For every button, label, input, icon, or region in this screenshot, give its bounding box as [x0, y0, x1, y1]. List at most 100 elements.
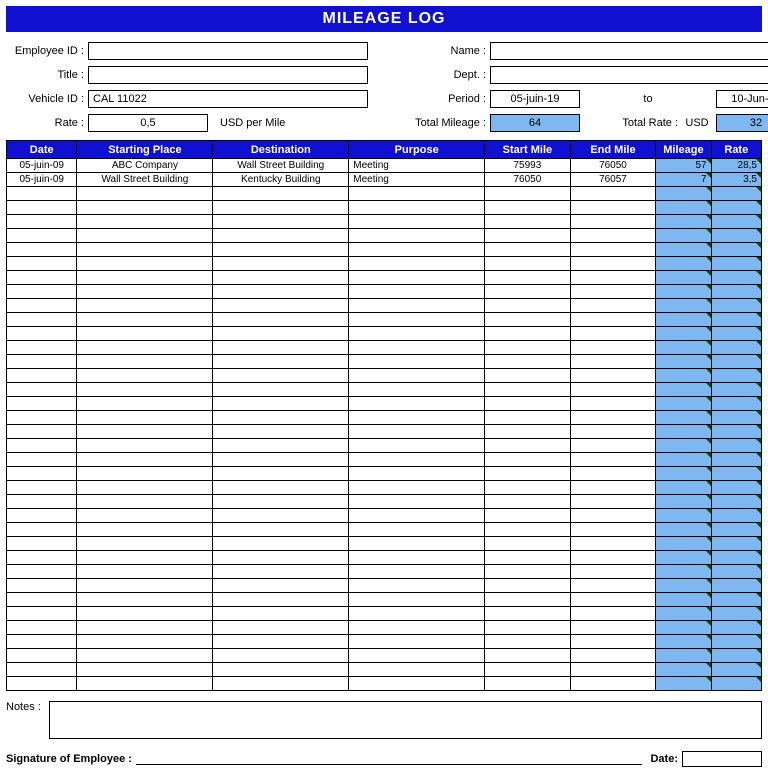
table-row[interactable]	[7, 243, 762, 257]
cell[interactable]	[349, 523, 485, 537]
cell[interactable]	[485, 341, 571, 355]
cell[interactable]	[7, 313, 77, 327]
cell[interactable]	[570, 593, 656, 607]
cell[interactable]	[213, 621, 349, 635]
cell[interactable]	[485, 621, 571, 635]
table-row[interactable]	[7, 481, 762, 495]
cell[interactable]	[213, 411, 349, 425]
cell[interactable]	[570, 523, 656, 537]
cell[interactable]	[349, 411, 485, 425]
cell[interactable]	[485, 397, 571, 411]
cell[interactable]	[7, 271, 77, 285]
cell[interactable]	[711, 467, 761, 481]
field-dept[interactable]	[490, 66, 768, 84]
cell[interactable]	[485, 229, 571, 243]
table-row[interactable]	[7, 215, 762, 229]
cell[interactable]: Meeting	[349, 159, 485, 173]
table-row[interactable]	[7, 355, 762, 369]
cell[interactable]	[485, 663, 571, 677]
cell[interactable]	[77, 495, 213, 509]
cell[interactable]	[711, 523, 761, 537]
cell[interactable]	[7, 383, 77, 397]
cell[interactable]	[7, 565, 77, 579]
cell[interactable]	[213, 551, 349, 565]
cell[interactable]	[349, 327, 485, 341]
cell[interactable]	[349, 369, 485, 383]
cell[interactable]	[7, 411, 77, 425]
cell[interactable]	[349, 607, 485, 621]
cell[interactable]	[349, 383, 485, 397]
table-row[interactable]	[7, 621, 762, 635]
field-period-from[interactable]: 05-juin-19	[490, 90, 580, 108]
cell[interactable]	[656, 229, 711, 243]
cell[interactable]: 3,5	[711, 173, 761, 187]
cell[interactable]	[711, 243, 761, 257]
cell[interactable]	[349, 299, 485, 313]
cell[interactable]	[570, 663, 656, 677]
cell[interactable]	[213, 635, 349, 649]
cell[interactable]	[7, 495, 77, 509]
cell[interactable]	[656, 621, 711, 635]
cell[interactable]	[656, 495, 711, 509]
cell[interactable]	[349, 355, 485, 369]
cell[interactable]	[485, 565, 571, 579]
cell[interactable]	[7, 635, 77, 649]
cell[interactable]	[656, 327, 711, 341]
cell[interactable]	[656, 635, 711, 649]
cell[interactable]: 75993	[485, 159, 571, 173]
cell[interactable]	[77, 509, 213, 523]
cell[interactable]	[213, 677, 349, 691]
cell[interactable]	[77, 453, 213, 467]
cell[interactable]	[711, 341, 761, 355]
field-title[interactable]	[88, 66, 368, 84]
cell[interactable]	[7, 509, 77, 523]
cell[interactable]	[485, 313, 571, 327]
cell[interactable]	[7, 369, 77, 383]
cell[interactable]	[485, 509, 571, 523]
cell[interactable]	[485, 327, 571, 341]
table-row[interactable]	[7, 467, 762, 481]
table-row[interactable]	[7, 397, 762, 411]
cell[interactable]	[77, 355, 213, 369]
cell[interactable]	[485, 299, 571, 313]
cell[interactable]	[656, 467, 711, 481]
table-row[interactable]	[7, 495, 762, 509]
cell[interactable]	[7, 593, 77, 607]
cell[interactable]	[349, 397, 485, 411]
cell[interactable]	[711, 495, 761, 509]
cell[interactable]	[77, 243, 213, 257]
cell[interactable]	[485, 481, 571, 495]
cell[interactable]	[656, 537, 711, 551]
cell[interactable]: Wall Street Building	[213, 159, 349, 173]
cell[interactable]	[349, 439, 485, 453]
cell[interactable]	[349, 453, 485, 467]
cell[interactable]	[213, 663, 349, 677]
cell[interactable]	[7, 341, 77, 355]
cell[interactable]	[213, 285, 349, 299]
cell[interactable]	[7, 621, 77, 635]
cell[interactable]: 57	[656, 159, 711, 173]
cell[interactable]	[349, 635, 485, 649]
cell[interactable]	[7, 607, 77, 621]
cell[interactable]	[656, 565, 711, 579]
cell[interactable]	[485, 467, 571, 481]
cell[interactable]	[349, 201, 485, 215]
cell[interactable]	[656, 341, 711, 355]
cell[interactable]	[570, 341, 656, 355]
cell[interactable]	[485, 635, 571, 649]
cell[interactable]	[485, 495, 571, 509]
cell[interactable]	[77, 285, 213, 299]
cell[interactable]	[77, 537, 213, 551]
cell[interactable]: 05-juin-09	[7, 173, 77, 187]
cell[interactable]	[213, 355, 349, 369]
cell[interactable]	[213, 453, 349, 467]
table-row[interactable]	[7, 677, 762, 691]
cell[interactable]	[711, 215, 761, 229]
cell[interactable]	[349, 257, 485, 271]
cell[interactable]	[711, 271, 761, 285]
cell[interactable]	[711, 453, 761, 467]
cell[interactable]	[711, 551, 761, 565]
cell[interactable]	[485, 649, 571, 663]
cell[interactable]	[485, 593, 571, 607]
cell[interactable]	[570, 551, 656, 565]
